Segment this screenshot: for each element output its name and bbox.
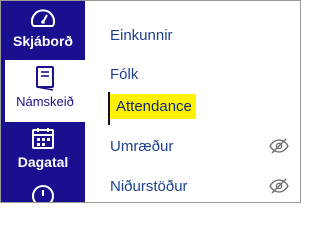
global-nav-course[interactable]: Námskeið — [1, 60, 85, 122]
course-nav-item-outcomes[interactable]: Niðurstöður — [110, 173, 300, 199]
course-nav-item-grades[interactable]: Einkunnir — [110, 22, 300, 48]
global-nav: Skjáborð Námskeið Dagatal — [1, 1, 85, 202]
global-nav-dashboard[interactable]: Skjáborð — [1, 1, 85, 61]
dashboard-icon — [31, 9, 55, 27]
course-nav-item-label: Fólk — [110, 65, 139, 83]
course-nav-item-label: Attendance — [110, 93, 196, 119]
global-nav-calendar[interactable]: Dagatal — [1, 125, 85, 179]
course-nav-item-label: Umræður — [110, 137, 174, 155]
global-nav-course-label: Námskeið — [16, 94, 74, 109]
course-nav: Einkunnir Fólk Attendance Umræður Niðurs… — [86, 1, 300, 202]
course-nav-item-attendance[interactable]: Attendance — [110, 93, 300, 119]
course-nav-item-label: Einkunnir — [110, 26, 173, 44]
clock-icon — [32, 185, 54, 202]
course-nav-item-people[interactable]: Fólk — [110, 61, 300, 87]
eye-slash-icon — [269, 178, 289, 194]
course-nav-item-discussions[interactable]: Umræður — [110, 133, 300, 159]
global-nav-dashboard-label: Skjáborð — [13, 33, 73, 49]
eye-slash-icon — [269, 138, 289, 154]
calendar-icon — [32, 128, 54, 149]
book-icon — [36, 66, 54, 91]
global-nav-calendar-label: Dagatal — [17, 154, 69, 170]
course-nav-item-label: Niðurstöður — [110, 177, 188, 195]
global-nav-history[interactable] — [1, 184, 85, 202]
app-frame: Skjáborð Námskeið Dagatal Einkunnir Fólk… — [0, 0, 301, 203]
